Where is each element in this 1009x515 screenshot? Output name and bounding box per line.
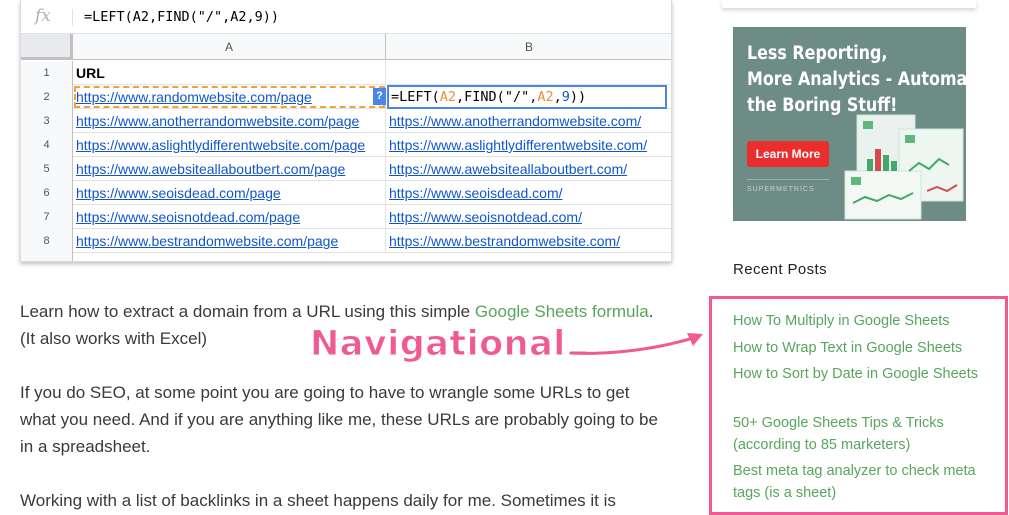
row-number[interactable]: 3 [21,109,73,133]
cell-a1[interactable]: URL [73,61,386,85]
recent-post-link[interactable]: Best meta tag analyzer to check meta tag… [733,460,993,504]
supermetrics-ad-banner[interactable]: Less Reporting, More Analytics - Automat… [733,27,966,221]
table-row: 8 https://www.bestrandomwebsite.com/page… [21,229,671,253]
recent-post-link[interactable]: 50+ Google Sheets Tips & Tricks (accordi… [733,412,993,456]
cell-link[interactable]: https://www.awebsiteallaboutbert.com/pag… [76,161,345,177]
cell-b8[interactable]: https://www.bestrandomwebsite.com/ [386,229,671,253]
formula-part: )) [569,89,587,105]
table-row: 5 https://www.awebsiteallaboutbert.com/p… [21,157,671,181]
recent-post-link[interactable]: How to Sort by Date in Google Sheets [733,363,993,385]
cell-b1[interactable] [386,61,671,85]
row-number[interactable]: 6 [21,181,73,205]
table-row: 7 https://www.seoisnotdead.com/page http… [21,205,671,229]
cell-link[interactable]: https://www.seoisdead.com/ [389,185,563,201]
formula-bar-divider [72,9,73,26]
formula-text[interactable]: =LEFT(A2,FIND("/",A2,9)) [84,9,279,25]
ad-headline-line: Less Reporting, [747,43,888,64]
table-row-partial [21,253,671,261]
row-number[interactable]: 4 [21,133,73,157]
row-number [21,253,73,261]
cell-link[interactable]: https://www.anotherrandomwebsite.com/ [389,113,641,129]
cell-link[interactable]: https://www.bestrandomwebsite.com/page [76,233,338,249]
formula-ref: A2 [537,89,554,105]
learn-more-button[interactable]: Learn More [747,141,829,167]
formula-part: , [553,89,562,105]
cell-a2[interactable]: https://www.randomwebsite.com/page [73,85,386,109]
cell-link[interactable]: https://www.aslightlydifferentwebsite.co… [389,137,647,153]
fx-icon: fx [35,6,51,26]
annotation-arrow-icon [569,333,703,355]
cell-b4[interactable]: https://www.aslightlydifferentwebsite.co… [386,133,671,157]
ad-headline-line: More Analytics - Automate [747,69,966,90]
table-row: 6 https://www.seoisdead.com/page https:/… [21,181,671,205]
cell-a3[interactable]: https://www.anotherrandomwebsite.com/pag… [73,109,386,133]
cell-link[interactable]: https://www.anotherrandomwebsite.com/pag… [76,113,359,129]
table-row: 1 URL [21,61,671,85]
cell-a7[interactable]: https://www.seoisnotdead.com/page [73,205,386,229]
intro-text: Learn how to extract a domain from a URL… [20,302,475,321]
cell-b7[interactable]: https://www.seoisnotdead.com/ [386,205,671,229]
formula-number: 9 [561,89,570,105]
recent-post-link[interactable]: How To Multiply in Google Sheets [733,310,993,332]
ad-headline: Less Reporting, More Analytics - Automat… [747,41,966,119]
column-header-b[interactable]: B [386,34,671,60]
spreadsheet-screenshot: fx =LEFT(A2,FIND("/",A2,9)) A B 1 URL 2 … [20,0,672,262]
sidebar-top-widget [722,0,976,8]
row-number[interactable]: 2 [21,85,73,109]
google-sheets-formula-link[interactable]: Google Sheets formula [475,302,649,321]
formula-bar: fx =LEFT(A2,FIND("/",A2,9)) [21,0,671,34]
table-row: 3 https://www.anotherrandomwebsite.com/p… [21,109,671,133]
row-number[interactable]: 1 [21,61,73,85]
cell-b6[interactable]: https://www.seoisdead.com/ [386,181,671,205]
formula-help-icon[interactable]: ? [373,88,386,105]
column-header-a[interactable]: A [73,34,386,60]
cell-link[interactable]: https://www.awebsiteallaboutbert.com/ [389,161,627,177]
cell-link[interactable]: https://www.randomwebsite.com/page [76,89,312,105]
seo-paragraph: If you do SEO, at some point you are goi… [20,383,658,456]
backlinks-paragraph: Working with a list of backlinks in a sh… [20,491,616,510]
cell-a6[interactable]: https://www.seoisdead.com/page [73,181,386,205]
cell-a8[interactable]: https://www.bestrandomwebsite.com/page [73,229,386,253]
cell-a4[interactable]: https://www.aslightlydifferentwebsite.co… [73,133,386,157]
formula-part: =LEFT( [391,89,440,105]
row-number[interactable]: 8 [21,229,73,253]
cell-link[interactable]: https://www.seoisnotdead.com/page [76,209,300,225]
cell-b5[interactable]: https://www.awebsiteallaboutbert.com/ [386,157,671,181]
cell-a5[interactable]: https://www.awebsiteallaboutbert.com/pag… [73,157,386,181]
ad-dashboard-illustration-icon [844,114,964,220]
formula-ref: A2 [439,89,457,105]
table-row: 2 https://www.randomwebsite.com/page ? =… [21,85,671,109]
cell-link[interactable]: https://www.seoisdead.com/page [76,185,281,201]
navigational-annotation-label: Navigational [310,324,566,365]
select-all-corner[interactable] [21,34,73,60]
ad-brand-logo: SUPERMETRICS [747,179,829,199]
recent-post-link[interactable]: How to Wrap Text in Google Sheets [733,337,993,359]
formula-part: ,FIND("/", [456,89,538,105]
row-number[interactable]: 5 [21,157,73,181]
cell-link[interactable]: https://www.bestrandomwebsite.com/ [389,233,620,249]
row-number[interactable]: 7 [21,205,73,229]
cell-b2-editor[interactable]: =LEFT(A2,FIND("/",A2,9)) [387,85,667,109]
cell-link[interactable]: https://www.aslightlydifferentwebsite.co… [76,137,365,153]
cell-link[interactable]: https://www.seoisnotdead.com/ [389,209,582,225]
table-row: 4 https://www.aslightlydifferentwebsite.… [21,133,671,157]
cell-b3[interactable]: https://www.anotherrandomwebsite.com/ [386,109,671,133]
recent-posts-heading: Recent Posts [733,261,828,278]
